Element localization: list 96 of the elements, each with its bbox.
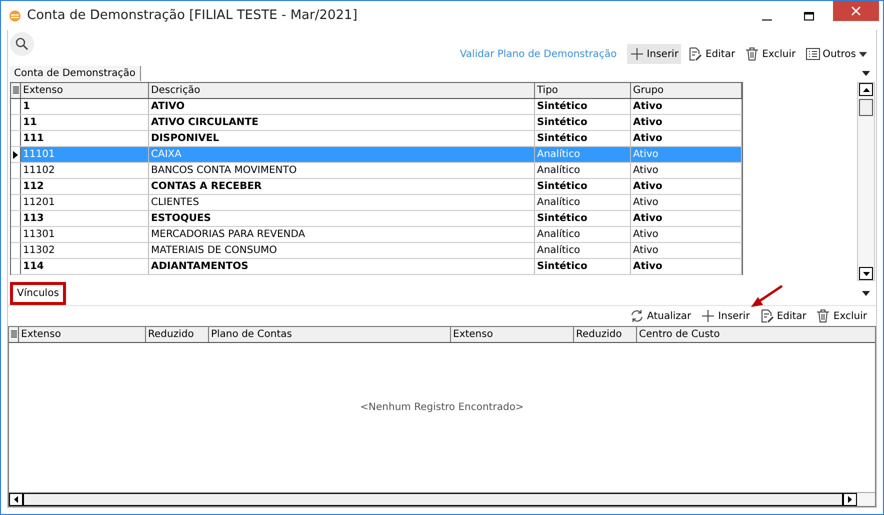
table-cell: 11301 [21,227,149,242]
search-icon [15,37,29,51]
links-tab[interactable]: Vínculos [10,282,66,304]
table-cell: 114 [21,259,149,274]
scroll-up-button[interactable] [859,83,873,96]
plus-icon [630,47,644,61]
plus-icon [701,309,716,323]
table-cell: ATIVO CIRCULANTE [149,115,535,130]
delete-button[interactable]: Excluir [813,306,870,326]
left-arrow-icon [14,496,18,503]
table-cell: Sintético [535,211,631,226]
column-chooser-icon[interactable] [9,327,19,342]
trash-icon [745,47,760,61]
column-header[interactable]: Extenso [19,327,146,342]
table-cell: 113 [21,211,149,226]
row-pointer-icon [13,150,18,158]
dropdown-icon[interactable] [862,290,870,296]
list-icon [806,47,820,61]
column-header[interactable]: Extenso [21,83,149,98]
trash-icon [816,309,830,323]
table-cell: 111 [21,131,149,146]
table-cell: 11302 [21,243,149,258]
table-cell: ATIVO [149,99,535,114]
empty-message: <Nenhum Registro Encontrado> [360,402,524,413]
right-arrow-icon [848,496,852,503]
delete-button[interactable]: Excluir [742,44,799,64]
tab[interactable]: Conta de Demonstração [10,66,141,80]
table-cell: Ativo [631,131,742,146]
scroll-down-button[interactable] [859,267,873,280]
add-button[interactable]: Inserir [626,44,682,64]
table-cell: ADIANTAMENTOS [149,259,535,274]
table-cell: 1 [21,99,149,114]
table-cell: Ativo [631,195,742,210]
table-cell: Sintético [535,115,631,130]
column-header[interactable]: Tipo [535,83,631,98]
app-icon [9,10,21,22]
table-cell: Ativo [631,179,742,194]
scroll-right-button[interactable] [843,493,857,506]
table-cell: Ativo [631,243,742,258]
column-header[interactable]: Plano de Contas [209,327,451,342]
edit-button[interactable]: Editar [756,306,810,326]
edit-button[interactable]: Editar [685,44,738,64]
column-header[interactable]: Descrição [149,83,535,98]
table-cell: MERCADORIAS PARA REVENDA [149,227,535,242]
vertical-scrollbar[interactable] [857,82,875,281]
table-cell: CLIENTES [149,195,535,210]
caret-icon [859,52,867,56]
scroll-thumb[interactable] [859,99,873,116]
column-chooser-icon[interactable] [11,83,21,98]
close-button[interactable] [833,1,879,21]
table-cell: Analítico [535,163,631,178]
table-cell: Sintético [535,131,631,146]
table-cell: ESTOQUES [149,211,535,226]
up-arrow-icon [862,88,870,92]
column-header[interactable]: Reduzido [574,327,637,342]
table-cell: 11102 [21,163,149,178]
table-cell: BANCOS CONTA MOVIMENTO [149,163,535,178]
table-cell: Ativo [631,211,742,226]
column-header[interactable]: Extenso [451,327,574,342]
table-cell: Analítico [535,195,631,210]
edit-icon [760,309,774,323]
table-cell: Analítico [535,227,631,242]
table-cell: Sintético [535,259,631,274]
close-icon [851,6,861,16]
edit-icon [688,47,702,61]
table-cell: 11101 [21,147,149,162]
table-cell: Ativo [631,99,742,114]
table-cell: CAIXA [149,147,535,162]
refresh-icon [630,309,644,323]
column-header[interactable]: Centro de Custo [637,327,875,342]
dropdown-icon[interactable] [862,70,870,76]
table-cell: Ativo [631,227,742,242]
table-cell: 112 [21,179,149,194]
down-arrow-icon [862,272,870,276]
table-cell: 11201 [21,195,149,210]
table-cell: Analítico [535,243,631,258]
table-cell: Sintético [535,99,631,114]
table-cell: Analítico [535,147,631,162]
scroll-left-button[interactable] [9,493,23,506]
add-button[interactable]: Inserir [698,306,753,326]
search-button[interactable] [10,32,34,56]
table-cell: DISPONIVEL [149,131,535,146]
table-cell: CONTAS A RECEBER [149,179,535,194]
table-cell: Ativo [631,259,742,274]
maximize-icon[interactable] [804,10,814,20]
table-cell: Ativo [631,147,742,162]
table-cell: Ativo [631,115,742,130]
table-cell: MATERIAIS DE CONSUMO [149,243,535,258]
list-button[interactable]: Outros [802,44,870,64]
column-header[interactable]: Reduzido [146,327,209,342]
table-cell: Sintético [535,179,631,194]
table-cell: Ativo [631,163,742,178]
column-header[interactable]: Grupo [631,83,742,98]
refresh-button[interactable]: Atualizar [627,306,694,326]
window-title: Conta de Demonstração [FILIAL TESTE - Mar/2021] [27,8,358,23]
table-cell: 11 [21,115,149,130]
